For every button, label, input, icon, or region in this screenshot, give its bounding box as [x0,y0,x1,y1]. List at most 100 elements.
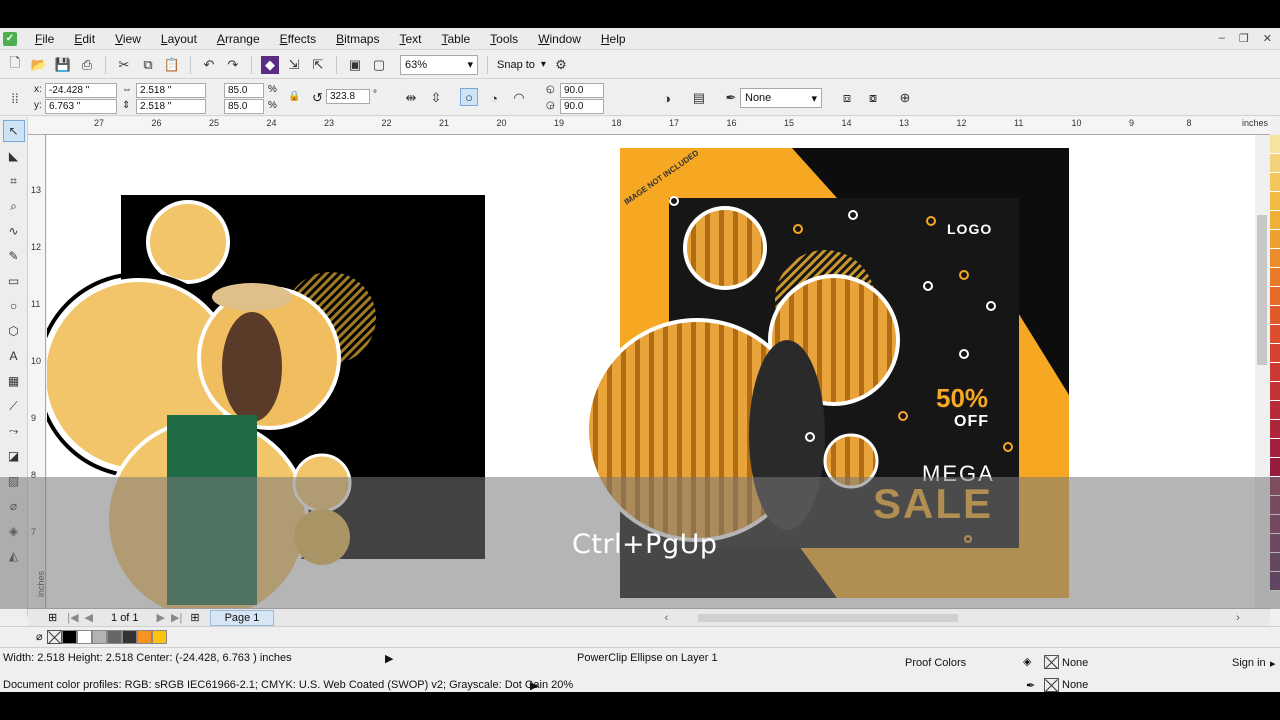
outline-width-select[interactable]: None ▾ [740,88,822,108]
menu-tools[interactable]: Tools [490,32,518,46]
export-icon[interactable]: ⇱ [309,56,327,74]
first-page-icon[interactable]: |◀ [67,611,78,624]
text-tool-icon[interactable]: A [3,345,25,367]
y-position-field[interactable]: 6.763 " [45,99,117,114]
drop-shadow-icon[interactable]: ◪ [3,445,25,467]
restore-icon[interactable]: ❐ [1239,32,1249,45]
convert-to-curves-icon[interactable]: ⊕ [896,89,914,107]
palette-swatch[interactable] [1270,496,1280,515]
chevron-down-icon[interactable]: ▾ [541,59,546,70]
prev-page-icon[interactable]: ◀ [85,611,93,624]
crop-tool-icon[interactable]: ⌗ [3,170,25,192]
to-back-icon[interactable]: ⧇ [864,89,882,107]
pie-mode-icon[interactable]: ◔ [485,89,503,107]
menu-window[interactable]: Window [538,32,581,46]
vertical-scroll-thumb[interactable] [1257,215,1267,365]
object-origin-icon[interactable]: ⁞⁞ [6,89,24,107]
options-icon[interactable]: ⚙ [552,56,570,74]
palette-swatch[interactable] [1270,382,1280,401]
proof-colors-toggle[interactable]: Proof Colors [905,657,966,669]
color-swatch[interactable] [136,629,152,644]
palette-swatch[interactable] [1270,420,1280,439]
color-swatch[interactable] [76,629,92,644]
horizontal-scrollbar[interactable] [698,613,959,622]
menu-layout[interactable]: Layout [161,32,197,46]
page-tab[interactable]: Page 1 [209,609,275,626]
shape-tool-icon[interactable]: ◣ [3,145,25,167]
palette-swatch[interactable] [1270,534,1280,553]
copy-icon[interactable]: ⧉ [139,56,157,74]
menu-effects[interactable]: Effects [280,32,316,46]
scroll-right-icon[interactable]: › [1236,612,1240,624]
chevron-right-icon[interactable]: ▸ [1270,657,1276,670]
open-icon[interactable]: 📂 [30,56,48,74]
vertical-scrollbar[interactable] [1255,135,1269,608]
interactive-fill-icon[interactable]: ◈ [3,520,25,542]
menu-view[interactable]: View [115,32,141,46]
no-color-swatch[interactable] [46,629,62,644]
color-swatch[interactable] [91,629,107,644]
artistic-media-icon[interactable]: ✎ [3,245,25,267]
undo-icon[interactable]: ↶ [200,56,218,74]
expand-arrow-icon[interactable]: ▶ [530,679,538,692]
palette-swatch[interactable] [1270,553,1280,572]
palette-swatch[interactable] [1270,135,1280,154]
add-page-after-icon[interactable]: ⊞ [190,611,199,624]
menu-text[interactable]: Text [399,32,421,46]
dimension-tool-icon[interactable]: ⟋ [3,395,25,417]
rotation-field[interactable]: 323.8 [326,89,370,104]
transparency-tool-icon[interactable]: ▨ [3,470,25,492]
palette-swatch[interactable] [1270,249,1280,268]
fullscreen-preview-icon[interactable]: ▢ [370,56,388,74]
smart-fill-icon[interactable]: ◭ [3,545,25,567]
palette-swatch[interactable] [1270,287,1280,306]
search-content-icon[interactable]: ◆ [261,55,279,74]
polygon-tool-icon[interactable]: ⬡ [3,320,25,342]
eyedropper-icon[interactable]: ⌀ [36,630,43,643]
eyedropper-icon[interactable]: ⌀ [3,495,25,517]
menu-table[interactable]: Table [441,32,470,46]
palette-swatch[interactable] [1270,344,1280,363]
redo-icon[interactable]: ↷ [224,56,242,74]
change-direction-icon[interactable]: ◑ [658,89,676,107]
print-icon[interactable]: ⎙ [78,56,96,74]
close-icon[interactable]: ✕ [1263,32,1272,45]
zoom-tool-icon[interactable]: ⌕ [3,195,25,217]
rectangle-tool-icon[interactable]: ▭ [3,270,25,292]
mirror-vertical-icon[interactable]: ⇳ [427,89,445,107]
scroll-left-icon[interactable]: ‹ [664,612,668,624]
scale-width-field[interactable]: 85.0 [224,83,264,98]
last-page-icon[interactable]: ▶| [171,611,182,624]
import-icon[interactable]: ⇲ [285,56,303,74]
palette-swatch[interactable] [1270,477,1280,496]
wrap-text-icon[interactable]: ▤ [690,89,708,107]
palette-swatch[interactable] [1270,458,1280,477]
ellipse-tool-icon[interactable]: ○ [3,295,25,317]
color-swatch[interactable] [106,629,122,644]
width-field[interactable]: 2.518 " [136,83,206,98]
color-swatch[interactable] [61,629,77,644]
left-design[interactable] [47,195,485,608]
start-angle-field[interactable]: 90.0 [560,83,604,98]
menu-arrange[interactable]: Arrange [217,32,260,46]
palette-swatch[interactable] [1270,401,1280,420]
new-document-icon[interactable]: 🗋 [6,55,24,74]
x-position-field[interactable]: -24.428 " [45,83,117,98]
color-swatch[interactable] [121,629,137,644]
scale-height-field[interactable]: 85.0 [224,99,264,114]
palette-swatch[interactable] [1270,154,1280,173]
ellipse-mode-icon[interactable]: ○ [460,88,478,106]
height-field[interactable]: 2.518 " [136,99,206,114]
end-angle-field[interactable]: 90.0 [560,99,604,114]
palette-swatch[interactable] [1270,173,1280,192]
zoom-select[interactable]: 63% ▾ [400,54,478,75]
lock-ratio-icon[interactable]: 🔒 [288,91,300,102]
next-page-icon[interactable]: ▶ [157,611,165,624]
save-icon[interactable]: 💾 [54,56,72,74]
connector-tool-icon[interactable]: ⤳ [3,420,25,442]
arc-mode-icon[interactable]: ◠ [510,89,528,107]
expand-arrow-icon[interactable]: ▶ [385,652,393,665]
paste-icon[interactable]: 📋 [163,56,181,74]
palette-swatch[interactable] [1270,572,1280,591]
menu-edit[interactable]: Edit [74,32,95,46]
